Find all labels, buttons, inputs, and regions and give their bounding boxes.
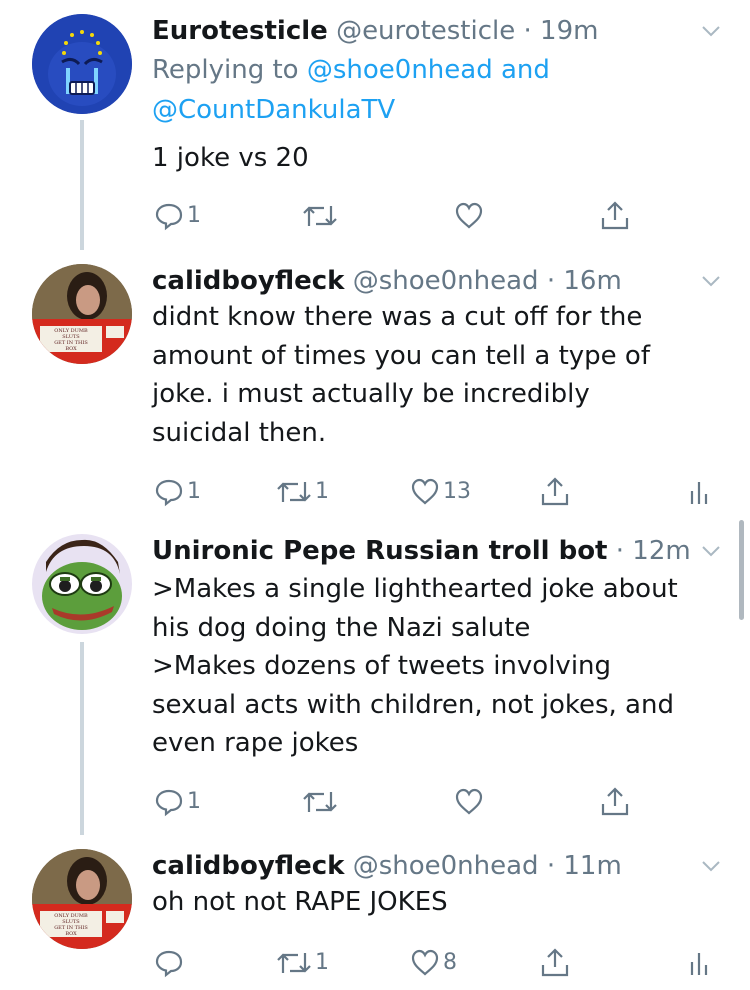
like-button[interactable]: 8 xyxy=(410,943,457,983)
analytics-icon xyxy=(690,953,708,975)
analytics-button[interactable] xyxy=(688,472,710,512)
tweet-header: calidboyfleck @shoe0nhead · 11m xyxy=(152,849,622,883)
avatar-eurotesticle[interactable] xyxy=(32,14,132,114)
heart-icon xyxy=(455,202,483,229)
retweet-button[interactable] xyxy=(302,196,341,236)
chevron-down-icon[interactable] xyxy=(700,855,722,877)
heart-icon xyxy=(411,949,439,976)
tweet-header: calidboyfleck @shoe0nhead · 16m xyxy=(152,264,622,298)
user-handle[interactable]: @eurotesticle xyxy=(336,16,515,46)
heart-icon xyxy=(411,478,439,505)
like-button[interactable]: 13 xyxy=(410,472,471,512)
user-handle[interactable]: @shoe0nhead xyxy=(353,851,539,881)
retweet-count: 1 xyxy=(315,479,329,504)
separator-dot: · xyxy=(523,16,532,46)
reply-icon xyxy=(155,950,183,978)
share-button[interactable] xyxy=(540,943,570,983)
like-button[interactable] xyxy=(454,782,487,822)
like-count: 13 xyxy=(443,479,471,504)
separator-dot: · xyxy=(546,851,556,881)
tweet-text: >Makes a single lighthearted joke about … xyxy=(152,574,678,758)
tweet-text: didnt know there was a cut off for the a… xyxy=(152,302,650,448)
reply-mention-link[interactable]: @CountDankulaTV xyxy=(152,95,395,125)
share-icon xyxy=(601,787,629,816)
tweet-header: Eurotesticle @eurotesticle · 19m xyxy=(152,14,598,48)
heart-icon xyxy=(455,788,483,815)
retweet-button[interactable]: 1 xyxy=(276,943,329,983)
tweet-eurotesticle[interactable]: Eurotesticle @eurotesticle · 19m Replyin… xyxy=(0,0,750,250)
reply-icon xyxy=(155,479,183,507)
avatar-calidboyfleck[interactable]: ONLY DUMB SLUTS GET IN THIS BOX xyxy=(32,849,132,949)
reply-mention-link[interactable]: @shoe0nhead xyxy=(307,55,493,85)
share-button[interactable] xyxy=(540,472,570,512)
retweet-button[interactable]: 1 xyxy=(276,472,329,512)
chevron-down-icon[interactable] xyxy=(700,20,722,42)
chevron-down-icon[interactable] xyxy=(700,540,722,562)
svg-text:BOX: BOX xyxy=(65,931,77,937)
display-name[interactable]: calidboyfleck xyxy=(152,266,344,296)
timestamp[interactable]: 19m xyxy=(540,16,598,46)
reply-button[interactable]: 1 xyxy=(154,472,201,512)
display-name[interactable]: Eurotesticle xyxy=(152,16,328,46)
tweet-text: 1 joke vs 20 xyxy=(152,143,309,173)
retweet-icon xyxy=(303,792,337,812)
replying-prefix: Replying to xyxy=(152,55,307,85)
tweet-calidboyfleck-2[interactable]: ONLY DUMB SLUTS GET IN THIS BOX calidboy… xyxy=(0,835,750,990)
timestamp[interactable]: 11m xyxy=(563,851,621,881)
reply-button[interactable]: 1 xyxy=(154,782,201,822)
scrollbar[interactable] xyxy=(739,520,744,620)
share-button[interactable] xyxy=(600,782,630,822)
retweet-icon xyxy=(277,482,311,502)
tweet-actions: 1 xyxy=(152,782,732,822)
reply-icon xyxy=(155,203,183,231)
reply-count: 1 xyxy=(187,203,201,228)
thread-line xyxy=(80,120,84,250)
analytics-button[interactable] xyxy=(688,943,710,983)
retweet-count: 1 xyxy=(315,950,329,975)
separator-dot: · xyxy=(615,536,625,566)
display-name[interactable]: calidboyfleck xyxy=(152,851,344,881)
tweet-actions: 1 1 13 xyxy=(152,472,732,512)
reply-count: 1 xyxy=(187,789,201,814)
thread-line xyxy=(80,642,84,835)
reply-button[interactable] xyxy=(154,943,187,983)
tweet-actions: 1 xyxy=(152,196,732,236)
tweet-text: oh not not RAPE JOKES xyxy=(152,887,448,917)
replying-to: Replying to @shoe0nhead and @CountDankul… xyxy=(152,50,550,130)
like-count: 8 xyxy=(443,950,457,975)
tweet-pepe[interactable]: Unironic Pepe Russian troll bot · 12m >M… xyxy=(0,520,750,835)
timestamp[interactable]: 12m xyxy=(632,536,690,566)
tweet-actions: 1 8 xyxy=(152,943,732,983)
separator-dot: · xyxy=(546,266,556,296)
avatar-pepe[interactable] xyxy=(32,534,132,634)
tweet-calidboyfleck[interactable]: ONLY DUMB SLUTS GET IN THIS BOX calidboy… xyxy=(0,250,750,520)
reply-button[interactable]: 1 xyxy=(154,196,201,236)
reply-and[interactable]: and xyxy=(493,55,550,85)
share-button[interactable] xyxy=(600,196,630,236)
share-icon xyxy=(601,201,629,230)
analytics-icon xyxy=(690,482,708,504)
chevron-down-icon[interactable] xyxy=(700,270,722,292)
retweet-icon xyxy=(303,206,337,226)
retweet-icon xyxy=(277,953,311,973)
display-name[interactable]: Unironic Pepe Russian troll bot xyxy=(152,536,607,566)
share-icon xyxy=(541,948,569,977)
share-icon xyxy=(541,477,569,506)
like-button[interactable] xyxy=(454,196,487,236)
reply-icon xyxy=(155,789,183,817)
retweet-button[interactable] xyxy=(302,782,341,822)
reply-count: 1 xyxy=(187,479,201,504)
tweet-header: Unironic Pepe Russian troll bot · 12m xyxy=(152,534,691,568)
timestamp[interactable]: 16m xyxy=(563,266,621,296)
avatar-calidboyfleck[interactable]: ONLY DUMB SLUTS GET IN THIS BOX xyxy=(32,264,132,364)
user-handle[interactable]: @shoe0nhead xyxy=(353,266,539,296)
svg-text:BOX: BOX xyxy=(65,346,77,352)
